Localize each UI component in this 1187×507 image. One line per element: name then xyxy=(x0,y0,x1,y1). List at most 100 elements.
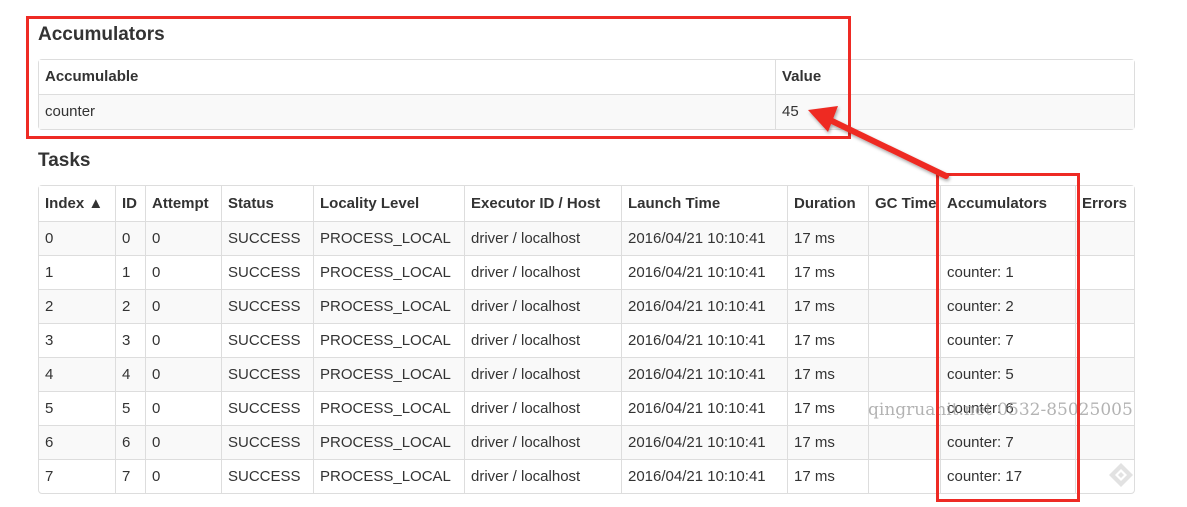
task-status-cell: SUCCESS xyxy=(221,255,313,289)
task-accumulators-cell: counter: 17 xyxy=(940,459,1075,493)
task-status-cell: SUCCESS xyxy=(221,323,313,357)
accumulators-header[interactable]: Accumulators xyxy=(940,186,1075,221)
accumulators-table: Accumulable Value counter 45 xyxy=(38,59,1135,130)
task-row: 3 3 0 SUCCESS PROCESS_LOCAL driver / localhos… xyxy=(39,323,1134,357)
errors-header[interactable]: Errors xyxy=(1075,186,1134,221)
tasks-table: Index ▲ ID Attempt Status Locality Level Exec… xyxy=(38,185,1135,494)
task-launch-time-cell: 2016/04/21 10:10:41 xyxy=(621,255,787,289)
task-id-cell: 0 xyxy=(115,221,145,255)
accumulable-header[interactable]: Accumulable xyxy=(39,60,775,94)
task-errors-cell xyxy=(1075,255,1134,289)
task-attempt-cell: 0 xyxy=(145,289,221,323)
task-id-cell: 7 xyxy=(115,459,145,493)
task-executor-host-cell: driver / localhost xyxy=(464,425,621,459)
task-status-cell: SUCCESS xyxy=(221,357,313,391)
task-status-cell: SUCCESS xyxy=(221,425,313,459)
task-accumulators-cell xyxy=(940,221,1075,255)
task-executor-host-cell: driver / localhost xyxy=(464,221,621,255)
task-executor-host-cell: driver / localhost xyxy=(464,459,621,493)
task-index-cell: 3 xyxy=(39,323,115,357)
value-header[interactable]: Value xyxy=(775,60,1134,94)
task-errors-cell xyxy=(1075,289,1134,323)
launch-time-header[interactable]: Launch Time xyxy=(621,186,787,221)
task-launch-time-cell: 2016/04/21 10:10:41 xyxy=(621,459,787,493)
task-duration-cell: 17 ms xyxy=(787,459,868,493)
task-attempt-cell: 0 xyxy=(145,255,221,289)
task-status-cell: SUCCESS xyxy=(221,289,313,323)
task-index-cell: 1 xyxy=(39,255,115,289)
locality-level-header[interactable]: Locality Level xyxy=(313,186,464,221)
task-launch-time-cell: 2016/04/21 10:10:41 xyxy=(621,357,787,391)
task-accumulators-cell: counter: 7 xyxy=(940,425,1075,459)
task-accumulators-cell: counter: 5 xyxy=(940,357,1075,391)
task-launch-time-cell: 2016/04/21 10:10:41 xyxy=(621,425,787,459)
task-index-cell: 7 xyxy=(39,459,115,493)
diamond-logo-icon xyxy=(1109,463,1133,487)
task-locality-level-cell: PROCESS_LOCAL xyxy=(313,255,464,289)
task-index-cell: 4 xyxy=(39,357,115,391)
task-index-cell: 0 xyxy=(39,221,115,255)
id-header[interactable]: ID xyxy=(115,186,145,221)
task-duration-cell: 17 ms xyxy=(787,289,868,323)
task-id-cell: 3 xyxy=(115,323,145,357)
task-id-cell: 6 xyxy=(115,425,145,459)
task-duration-cell: 17 ms xyxy=(787,323,868,357)
task-duration-cell: 17 ms xyxy=(787,255,868,289)
task-index-cell: 6 xyxy=(39,425,115,459)
task-locality-level-cell: PROCESS_LOCAL xyxy=(313,391,464,425)
accumulator-name: counter xyxy=(39,94,775,129)
task-duration-cell: 17 ms xyxy=(787,391,868,425)
task-attempt-cell: 0 xyxy=(145,357,221,391)
task-row: 2 2 0 SUCCESS PROCESS_LOCAL driver / localhos… xyxy=(39,289,1134,323)
task-accumulators-cell: counter: 2 xyxy=(940,289,1075,323)
gc-time-header[interactable]: GC Time xyxy=(868,186,940,221)
status-header[interactable]: Status xyxy=(221,186,313,221)
task-errors-cell xyxy=(1075,425,1134,459)
tasks-header-row: Index ▲ ID Attempt Status Locality Level Exec… xyxy=(39,186,1134,221)
index-header[interactable]: Index ▲ xyxy=(39,186,115,221)
task-launch-time-cell: 2016/04/21 10:10:41 xyxy=(621,323,787,357)
task-accumulators-cell: counter: 7 xyxy=(940,323,1075,357)
task-row: 6 6 0 SUCCESS PROCESS_LOCAL driver / localhos… xyxy=(39,425,1134,459)
task-locality-level-cell: PROCESS_LOCAL xyxy=(313,425,464,459)
attempt-header[interactable]: Attempt xyxy=(145,186,221,221)
task-attempt-cell: 0 xyxy=(145,323,221,357)
duration-header[interactable]: Duration xyxy=(787,186,868,221)
task-attempt-cell: 0 xyxy=(145,391,221,425)
task-locality-level-cell: PROCESS_LOCAL xyxy=(313,459,464,493)
task-executor-host-cell: driver / localhost xyxy=(464,357,621,391)
task-gc-time-cell xyxy=(868,221,940,255)
task-accumulators-cell: counter: 1 xyxy=(940,255,1075,289)
executor-host-header[interactable]: Executor ID / Host xyxy=(464,186,621,221)
task-id-cell: 2 xyxy=(115,289,145,323)
task-launch-time-cell: 2016/04/21 10:10:41 xyxy=(621,391,787,425)
task-index-cell: 5 xyxy=(39,391,115,425)
task-launch-time-cell: 2016/04/21 10:10:41 xyxy=(621,221,787,255)
task-executor-host-cell: driver / localhost xyxy=(464,323,621,357)
task-attempt-cell: 0 xyxy=(145,221,221,255)
task-row: 0 0 0 SUCCESS PROCESS_LOCAL driver / localhos… xyxy=(39,221,1134,255)
task-executor-host-cell: driver / localhost xyxy=(464,255,621,289)
task-status-cell: SUCCESS xyxy=(221,221,313,255)
task-executor-host-cell: driver / localhost xyxy=(464,289,621,323)
task-duration-cell: 17 ms xyxy=(787,425,868,459)
task-attempt-cell: 0 xyxy=(145,459,221,493)
task-duration-cell: 17 ms xyxy=(787,221,868,255)
task-row: 1 1 0 SUCCESS PROCESS_LOCAL driver / localhos… xyxy=(39,255,1134,289)
task-row: 4 4 0 SUCCESS PROCESS_LOCAL driver / localhos… xyxy=(39,357,1134,391)
task-errors-cell xyxy=(1075,323,1134,357)
task-launch-time-cell: 2016/04/21 10:10:41 xyxy=(621,289,787,323)
task-row: 7 7 0 SUCCESS PROCESS_LOCAL driver / localhos… xyxy=(39,459,1134,493)
task-index-cell: 2 xyxy=(39,289,115,323)
task-status-cell: SUCCESS xyxy=(221,459,313,493)
task-id-cell: 1 xyxy=(115,255,145,289)
tasks-title: Tasks xyxy=(38,150,91,171)
task-locality-level-cell: PROCESS_LOCAL xyxy=(313,357,464,391)
task-id-cell: 5 xyxy=(115,391,145,425)
task-errors-cell xyxy=(1075,221,1134,255)
task-attempt-cell: 0 xyxy=(145,425,221,459)
accumulator-row: counter 45 xyxy=(39,94,1134,129)
task-executor-host-cell: driver / localhost xyxy=(464,391,621,425)
task-locality-level-cell: PROCESS_LOCAL xyxy=(313,289,464,323)
task-gc-time-cell xyxy=(868,459,940,493)
